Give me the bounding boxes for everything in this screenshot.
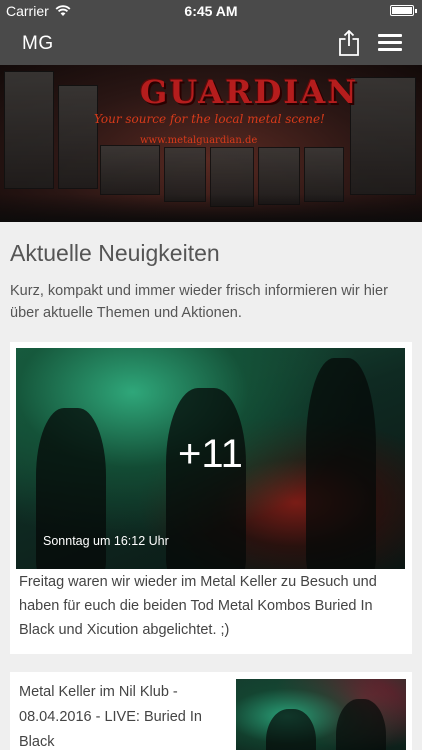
header-banner: GUARDIAN Your source for the local metal… bbox=[0, 65, 422, 222]
banner-logo: GUARDIAN bbox=[140, 73, 359, 111]
menu-icon[interactable] bbox=[378, 34, 402, 52]
news-card[interactable]: +11 Sonntag um 16:12 Uhr Freitag waren w… bbox=[10, 342, 412, 654]
post-caption: Freitag waren wir wieder im Metal Keller… bbox=[19, 574, 377, 638]
navbar: MG bbox=[0, 22, 422, 65]
gallery-photo[interactable]: +11 Sonntag um 16:12 Uhr bbox=[16, 348, 405, 569]
banner-tagline: Your source for the local metal scene! bbox=[94, 112, 325, 126]
post-thumbnail[interactable] bbox=[236, 679, 406, 750]
battery-icon bbox=[390, 5, 417, 16]
banner-fade bbox=[0, 194, 422, 222]
banner-url: www.metalguardian.de bbox=[140, 135, 258, 146]
post-title[interactable]: Metal Keller im Nil Klub - 08.04.2016 - … bbox=[19, 680, 219, 750]
post-date: Sonntag um 16:12 Uhr bbox=[43, 534, 169, 548]
clock: 6:45 AM bbox=[184, 3, 238, 19]
app-brand[interactable]: MG bbox=[22, 33, 54, 55]
page-title: Aktuelle Neuigkeiten bbox=[10, 240, 220, 266]
news-card[interactable]: Metal Keller im Nil Klub - 08.04.2016 - … bbox=[10, 672, 412, 750]
photo-count: +11 bbox=[178, 432, 243, 476]
share-icon[interactable] bbox=[338, 30, 360, 56]
intro-text: Kurz, kompakt und immer wieder frisch in… bbox=[10, 283, 388, 321]
status-bar: Carrier 6:45 AM bbox=[0, 0, 422, 22]
